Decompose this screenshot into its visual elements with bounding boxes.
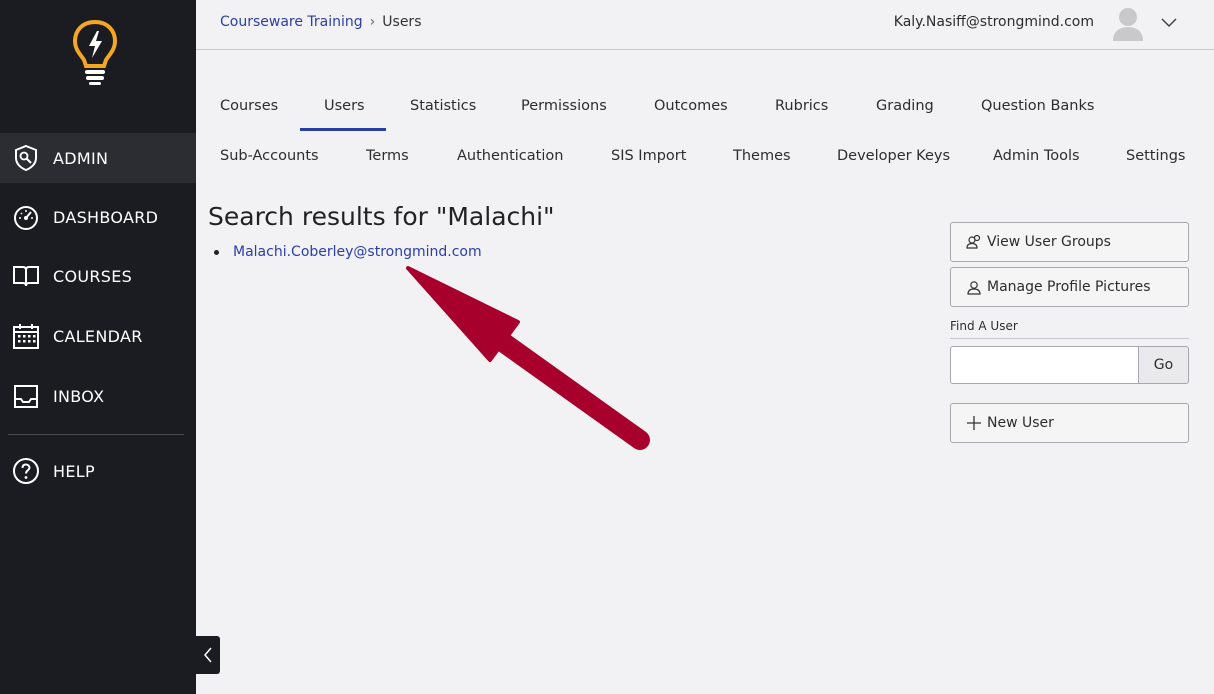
sidebar-divider — [8, 434, 184, 435]
admin-tabs-row-1: Courses Users Statistics Permissions Out… — [196, 98, 1214, 138]
manage-profile-pictures-button[interactable]: Manage Profile Pictures — [950, 267, 1189, 307]
search-results-list: Malachi.Coberley@strongmind.com — [214, 244, 482, 260]
book-icon — [12, 262, 40, 290]
annotation-arrow — [406, 266, 650, 450]
bullet — [214, 249, 219, 255]
tab-rubrics[interactable]: Rubrics — [775, 98, 828, 114]
user-result-link[interactable]: Malachi.Coberley@strongmind.com — [233, 244, 482, 260]
sidebar-item-help[interactable]: HELP — [0, 446, 196, 496]
help-icon — [12, 457, 40, 485]
inbox-icon — [12, 382, 40, 410]
dashboard-gauge-icon — [12, 203, 40, 231]
sidebar-item-admin[interactable]: ADMIN — [0, 133, 196, 183]
calendar-icon — [12, 322, 40, 350]
admin-shield-icon — [12, 144, 40, 172]
tab-themes[interactable]: Themes — [733, 148, 791, 164]
sidebar-item-inbox[interactable]: INBOX — [0, 371, 196, 421]
tab-developer-keys[interactable]: Developer Keys — [837, 148, 950, 164]
breadcrumb-current: Users — [382, 14, 422, 30]
sidebar-item-courses[interactable]: COURSES — [0, 251, 196, 301]
new-user-label: New User — [987, 415, 1054, 431]
active-tab-indicator — [300, 128, 386, 131]
tab-permissions[interactable]: Permissions — [521, 98, 607, 114]
sidebar-collapse-button[interactable] — [196, 636, 220, 674]
chevron-right-icon: › — [369, 14, 376, 30]
view-user-groups-button[interactable]: View User Groups — [950, 222, 1189, 262]
user-group-icon — [966, 234, 981, 249]
avatar[interactable] — [1112, 6, 1144, 42]
user-icon — [967, 281, 981, 295]
new-user-button[interactable]: New User — [950, 403, 1189, 443]
tab-grading[interactable]: Grading — [876, 98, 934, 114]
tab-users[interactable]: Users — [324, 98, 365, 114]
admin-tabs-row-2: Sub-Accounts Terms Authentication SIS Im… — [196, 140, 1214, 164]
sidebar: ADMIN DASHBOARD COURSES CALENDAR INBOX H… — [0, 0, 196, 694]
manage-profile-pictures-label: Manage Profile Pictures — [987, 279, 1151, 295]
chevron-left-icon — [204, 647, 212, 663]
sidebar-item-label: DASHBOARD — [53, 207, 159, 227]
tab-terms[interactable]: Terms — [366, 148, 409, 164]
find-user-input[interactable] — [950, 346, 1139, 384]
tab-outcomes[interactable]: Outcomes — [654, 98, 728, 114]
tab-settings[interactable]: Settings — [1126, 148, 1185, 164]
sidebar-item-calendar[interactable]: CALENDAR — [0, 311, 196, 361]
breadcrumb: Courseware Training › Users — [220, 14, 422, 30]
breadcrumb-link-account[interactable]: Courseware Training — [220, 14, 363, 30]
tab-statistics[interactable]: Statistics — [410, 98, 476, 114]
tab-authentication[interactable]: Authentication — [457, 148, 563, 164]
chevron-down-icon[interactable] — [1160, 14, 1178, 32]
page-title: Search results for "Malachi" — [208, 202, 555, 231]
sidebar-item-label: CALENDAR — [53, 326, 143, 346]
sidebar-item-dashboard[interactable]: DASHBOARD — [0, 192, 196, 242]
sidebar-item-label: HELP — [53, 461, 95, 481]
plus-icon — [967, 416, 981, 430]
tab-sis-import[interactable]: SIS Import — [611, 148, 686, 164]
sidebar-item-label: COURSES — [53, 266, 133, 286]
go-button[interactable]: Go — [1138, 346, 1189, 384]
tab-admin-tools[interactable]: Admin Tools — [993, 148, 1080, 164]
sidebar-item-label: INBOX — [53, 386, 105, 406]
user-email: Kaly.Nasiff@strongmind.com — [893, 14, 1094, 30]
find-user-divider — [950, 338, 1189, 339]
sidebar-item-label: ADMIN — [53, 148, 109, 168]
list-item: Malachi.Coberley@strongmind.com — [214, 244, 482, 260]
tab-question-banks[interactable]: Question Banks — [981, 98, 1094, 114]
tab-courses[interactable]: Courses — [220, 98, 278, 114]
view-user-groups-label: View User Groups — [987, 234, 1111, 250]
find-user-label: Find A User — [950, 319, 1018, 333]
tab-sub-accounts[interactable]: Sub-Accounts — [220, 148, 319, 164]
top-header: Courseware Training › Users Kaly.Nasiff@… — [196, 0, 1214, 50]
lightbulb-logo-icon[interactable] — [72, 19, 118, 86]
